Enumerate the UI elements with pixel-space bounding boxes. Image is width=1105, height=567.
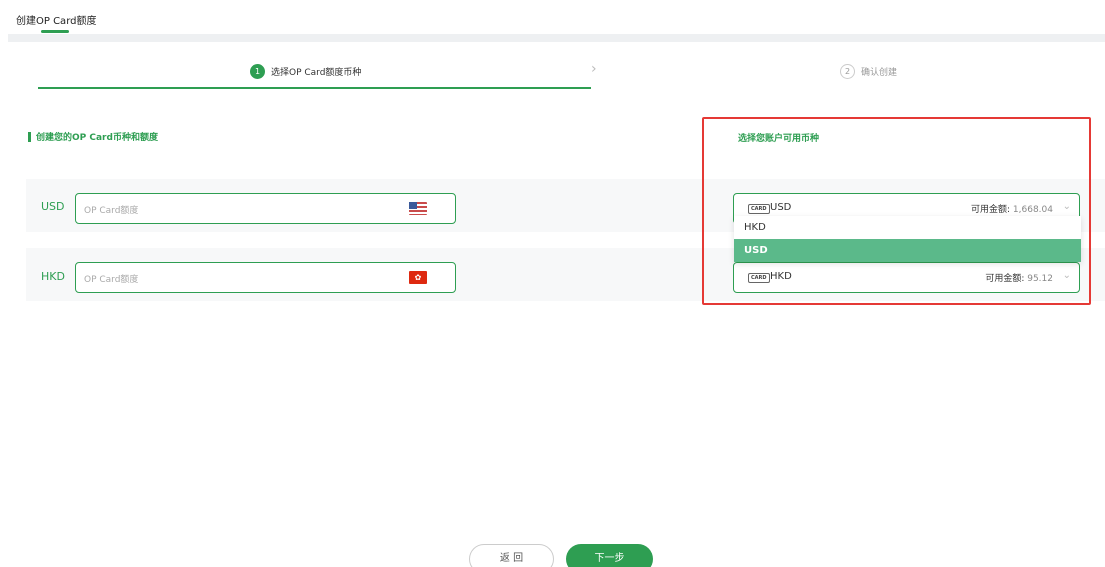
available-amount: 可用金额: 1,668.04: [971, 202, 1053, 215]
step-2-label: 确认创建: [861, 68, 898, 78]
dropdown-option-hkd[interactable]: HKD: [734, 216, 1081, 239]
title-underline: [41, 30, 69, 33]
step-2: 2 确认创建: [840, 64, 897, 79]
page-title: 创建OP Card额度: [16, 16, 97, 27]
currency-dropdown: HKD USD: [734, 216, 1081, 262]
hkd-amount-input[interactable]: OP Card额度 ✿: [75, 262, 456, 293]
available-value: 1,668.04: [1012, 205, 1053, 215]
available-amount: 可用金额: 95.12: [985, 271, 1053, 284]
stepper: 1 选择OP Card额度币种 › 2 确认创建: [38, 58, 1088, 90]
available-label: 可用金额:: [971, 205, 1011, 215]
step-1: 1 选择OP Card额度币种: [250, 64, 361, 79]
section-marker: [28, 131, 31, 142]
amount-placeholder: OP Card额度: [84, 275, 139, 285]
row-currency-label: HKD: [41, 270, 65, 283]
hk-flag-icon: ✿: [409, 271, 427, 284]
section-title-text: 创建您的OP Card币种和额度: [36, 133, 158, 143]
back-button[interactable]: 返 回: [469, 544, 554, 567]
next-button[interactable]: 下一步: [566, 544, 653, 567]
usd-amount-input[interactable]: OP Card额度: [75, 193, 456, 224]
selected-account-currency: HKD: [770, 271, 792, 282]
available-value: 95.12: [1027, 274, 1053, 284]
step-2-number: 2: [840, 64, 855, 79]
dropdown-option-usd[interactable]: USD: [734, 239, 1081, 262]
chevron-down-icon: ⌄: [1062, 270, 1071, 281]
step-progress-bar: [38, 87, 591, 89]
step-chevron-icon: ›: [591, 61, 597, 77]
card-icon: CARD: [748, 273, 770, 283]
chevron-down-icon: ⌄: [1062, 201, 1071, 212]
card-icon: CARD: [748, 204, 770, 214]
section-title: 创建您的OP Card币种和额度: [28, 130, 158, 143]
row-currency-label: USD: [41, 200, 65, 213]
top-band: [8, 34, 1105, 42]
step-1-number: 1: [250, 64, 265, 79]
us-flag-icon: [409, 202, 427, 215]
step-1-label: 选择OP Card额度币种: [271, 68, 362, 78]
account-section-title: 选择您账户可用币种: [738, 134, 820, 144]
selected-account-currency: USD: [770, 202, 792, 213]
hkd-account-select[interactable]: CARD HKD 可用金额: 95.12 ⌄: [733, 262, 1080, 293]
amount-placeholder: OP Card额度: [84, 206, 139, 216]
available-label: 可用金额:: [985, 274, 1025, 284]
